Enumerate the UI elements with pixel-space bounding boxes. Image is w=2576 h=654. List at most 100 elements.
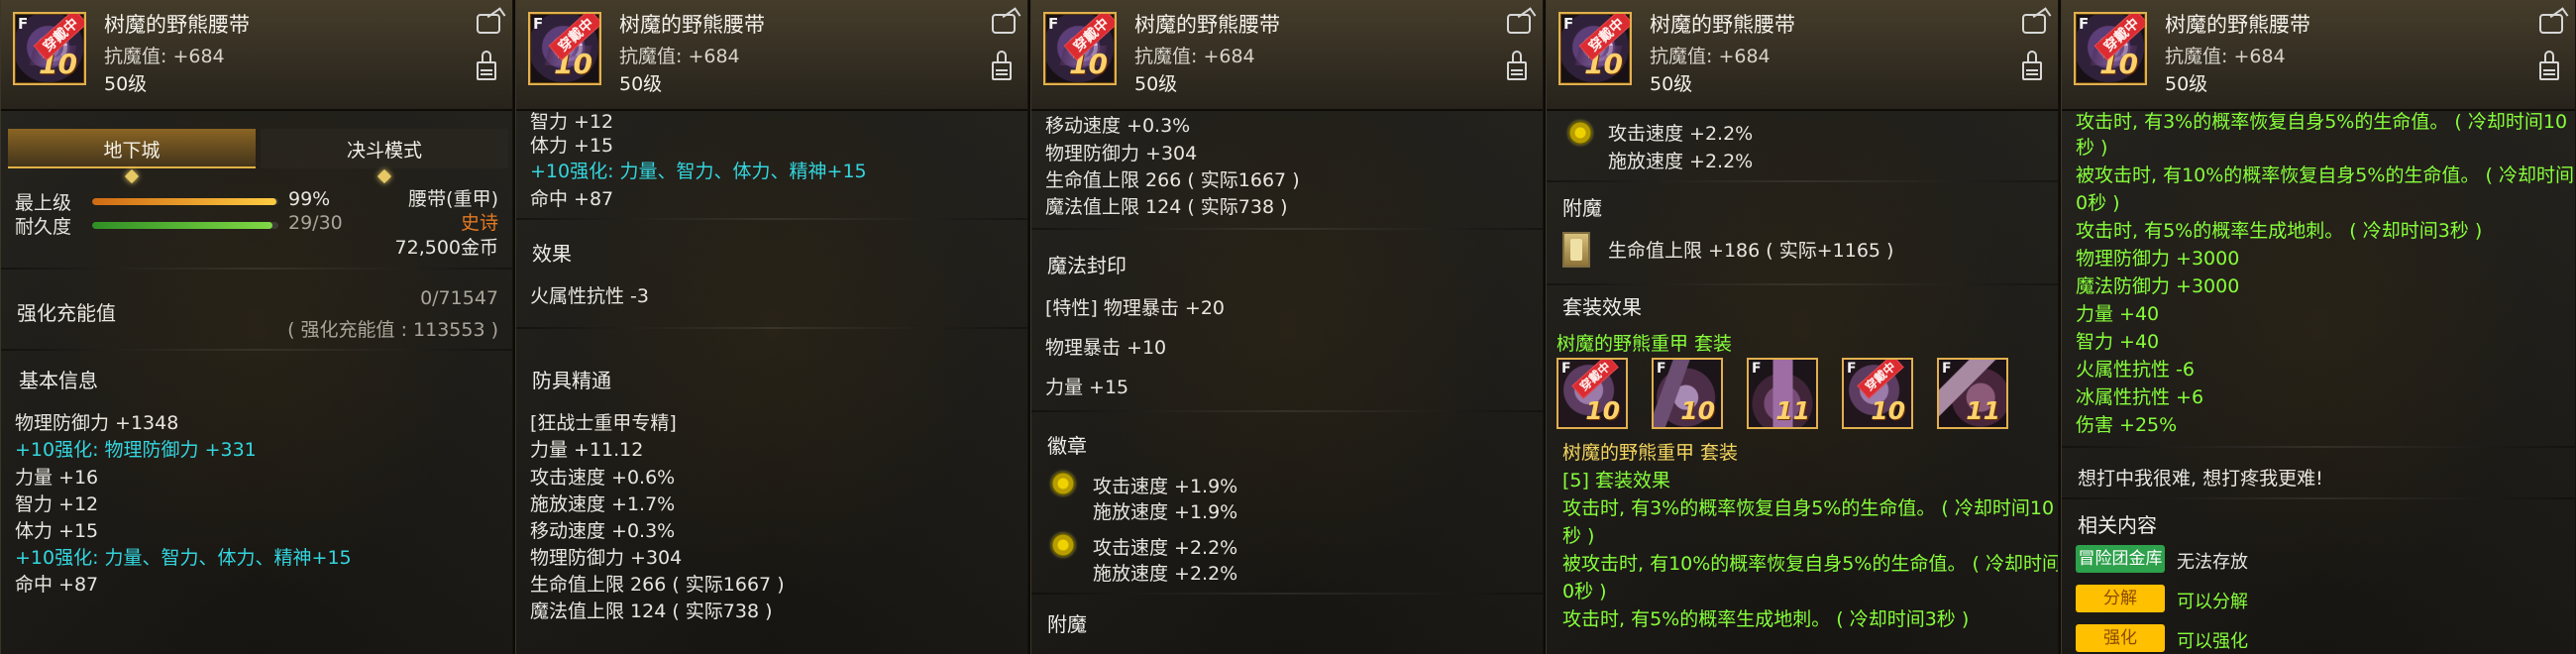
durability-label: 耐久度 xyxy=(15,216,72,238)
emblem-title: 徽章 xyxy=(1047,434,1087,458)
share-icon[interactable] xyxy=(1507,14,1531,34)
durability-value: 29/30 xyxy=(288,212,343,234)
set-effect-line: 物理防御力 +3000 xyxy=(2076,248,2240,270)
set-item-armor-icon: F 10 xyxy=(1652,358,1723,429)
stat-line: 智力 +12 xyxy=(530,111,614,133)
tab-indicator-icon xyxy=(376,168,392,184)
tier-mark: F xyxy=(1942,361,1952,377)
emblem-gem-icon xyxy=(1051,472,1075,495)
lock-icon[interactable] xyxy=(992,51,1012,80)
tier-mark: F xyxy=(1847,361,1857,377)
resist-value: 抗魔值: +684 xyxy=(619,46,740,67)
related-tag-enhance: 强化 xyxy=(2076,624,2165,652)
lock-icon[interactable] xyxy=(1507,51,1527,80)
set-item-head-icon: F 穿戴中 10 xyxy=(1556,358,1628,429)
set-effect-line: 攻击时, 有5%的概率生成地刺。 ( 冷却时间3秒 ) xyxy=(2076,220,2483,242)
level-requirement: 50级 xyxy=(2165,73,2208,95)
tier-mark: F xyxy=(1561,361,1571,377)
equipped-badge: 穿戴中 xyxy=(1857,360,1904,399)
top-grade-progress xyxy=(92,198,278,205)
mastery-line: 攻击速度 +0.6% xyxy=(530,467,676,489)
level-requirement: 50级 xyxy=(1650,73,1693,95)
resist-value: 抗魔值: +684 xyxy=(1134,46,1255,67)
mastery-line: 移动速度 +0.3% xyxy=(530,520,676,542)
divider xyxy=(1031,228,1543,230)
tier-mark: F xyxy=(533,15,544,33)
set-effect-line: 智力 +40 xyxy=(2076,331,2160,353)
set-effect-line: 秒 ) xyxy=(1562,525,1595,547)
item-price: 72,500金币 xyxy=(394,237,498,259)
mastery-line: 移动速度 +0.3% xyxy=(1045,115,1191,137)
mastery-line: 物理防御力 +304 xyxy=(530,547,683,569)
tab-dungeon[interactable]: 地下城 xyxy=(8,129,256,184)
set-effect-line: 攻击时, 有5%的概率生成地刺。 ( 冷却时间3秒 ) xyxy=(1562,608,1970,630)
belt-icon: F 穿戴中 10 xyxy=(528,12,601,85)
item-rarity: 史诗 xyxy=(460,212,498,234)
divider xyxy=(1,349,512,351)
item-title: 树魔的野熊腰带 xyxy=(104,13,250,37)
item-header: F 穿戴中 10 树魔的野熊腰带 抗魔值: +684 50级 xyxy=(1,0,512,111)
emblem-line: 施放速度 +2.2% xyxy=(1608,151,1754,172)
enchant-title: 附魔 xyxy=(1047,612,1087,636)
magic-seal-title: 魔法封印 xyxy=(1047,254,1127,277)
set-name: 树魔的野熊重甲 套装 xyxy=(1556,333,1733,355)
top-grade-label: 最上级 xyxy=(15,192,72,214)
item-header: F 穿戴中 10 树魔的野熊腰带 抗魔值: +684 50级 xyxy=(516,0,1027,111)
resist-value: 抗魔值: +684 xyxy=(1650,46,1771,67)
upgrade-level: 11 xyxy=(1966,396,2000,425)
share-icon[interactable] xyxy=(477,14,500,34)
charge-value: 0/71547 xyxy=(420,287,498,309)
set-item-belt-icon: F 穿戴中 10 xyxy=(1842,358,1913,429)
tooltip-panel-4: F 穿戴中 10 树魔的野熊腰带 抗魔值: +684 50级 攻击速度 +2.2… xyxy=(1546,0,2059,654)
item-title: 树魔的野熊腰带 xyxy=(2165,13,2310,37)
related-tag-storage: 冒险团金库 xyxy=(2076,545,2165,573)
durability-progress-fill xyxy=(92,222,272,229)
divider xyxy=(516,218,1027,220)
flavor-text: 想打中我很难, 想打疼我更难! xyxy=(2078,468,2323,490)
item-header: F 穿戴中 10 树魔的野熊腰带 抗魔值: +684 50级 xyxy=(1031,0,1543,111)
basic-stat-line: +10强化: 力量、智力、体力、精神+15 xyxy=(15,547,352,569)
set-effect-line: 攻击时, 有3%的概率恢复自身5%的生命值。 ( 冷却时间10 xyxy=(2076,111,2568,133)
tooltip-panel-5: F 穿戴中 10 树魔的野熊腰带 抗魔值: +684 50级 攻击时, 有3%的… xyxy=(2061,0,2576,654)
upgrade-level: 11 xyxy=(1775,396,1810,425)
basic-stat-line: 智力 +12 xyxy=(15,493,99,515)
emblem-line: 攻击速度 +2.2% xyxy=(1093,537,1238,559)
item-title: 树魔的野熊腰带 xyxy=(1134,13,1280,37)
belt-icon: F 穿戴中 10 xyxy=(2074,12,2147,85)
item-title: 树魔的野熊腰带 xyxy=(1650,13,1795,37)
set-effect-line: 攻击时, 有3%的概率恢复自身5%的生命值。 ( 冷却时间10 xyxy=(1562,497,2055,519)
item-slot-type: 腰带(重甲) xyxy=(408,188,498,210)
effect-title: 效果 xyxy=(532,242,572,266)
panel-body: 攻击速度 +2.2% 施放速度 +2.2% 附魔 生命值上限 +186 ( 实际… xyxy=(1547,111,2058,654)
upgrade-level: 10 xyxy=(1680,396,1715,425)
tier-mark: F xyxy=(1563,15,1574,33)
share-icon[interactable] xyxy=(2539,14,2563,34)
belt-icon: F 穿戴中 10 xyxy=(1043,12,1117,85)
set-name-secondary: 树魔的野熊重甲 套装 xyxy=(1562,442,1739,464)
upgrade-level: 10 xyxy=(1871,396,1905,425)
mastery-line: 物理防御力 +304 xyxy=(1045,143,1198,164)
set-effect-line: 0秒 ) xyxy=(1562,581,1607,602)
mastery-line: [狂战士重甲专精] xyxy=(530,412,677,434)
lock-icon[interactable] xyxy=(2539,51,2559,80)
share-icon[interactable] xyxy=(2022,14,2046,34)
seal-line: 力量 +15 xyxy=(1045,377,1129,398)
tier-mark: F xyxy=(1657,361,1666,377)
item-title: 树魔的野熊腰带 xyxy=(619,13,765,37)
lock-icon[interactable] xyxy=(477,51,496,80)
share-icon[interactable] xyxy=(992,14,1016,34)
upgrade-level: 10 xyxy=(1585,396,1620,425)
lock-icon[interactable] xyxy=(2022,51,2042,80)
set-effect-line: 被攻击时, 有10%的概率恢复自身5%的生命值。 ( 冷却时间1 xyxy=(2076,164,2576,186)
charge-extra: ( 强化充能值 : 113553 ) xyxy=(287,319,498,341)
set-effect-title: 套装效果 xyxy=(1562,295,1642,319)
mastery-line: 魔法值上限 124 ( 实际738 ) xyxy=(530,600,773,622)
panel-body: 移动速度 +0.3% 物理防御力 +304 生命值上限 266 ( 实际1667… xyxy=(1031,111,1543,654)
level-requirement: 50级 xyxy=(619,73,663,95)
tier-mark: F xyxy=(18,15,29,33)
divider xyxy=(2062,497,2575,499)
set-effect-line: 力量 +40 xyxy=(2076,303,2160,325)
emblem-line: 攻击速度 +2.2% xyxy=(1608,123,1754,145)
tab-pvp[interactable]: 决斗模式 xyxy=(261,129,508,184)
tab-dungeon-label: 地下城 xyxy=(103,140,161,162)
